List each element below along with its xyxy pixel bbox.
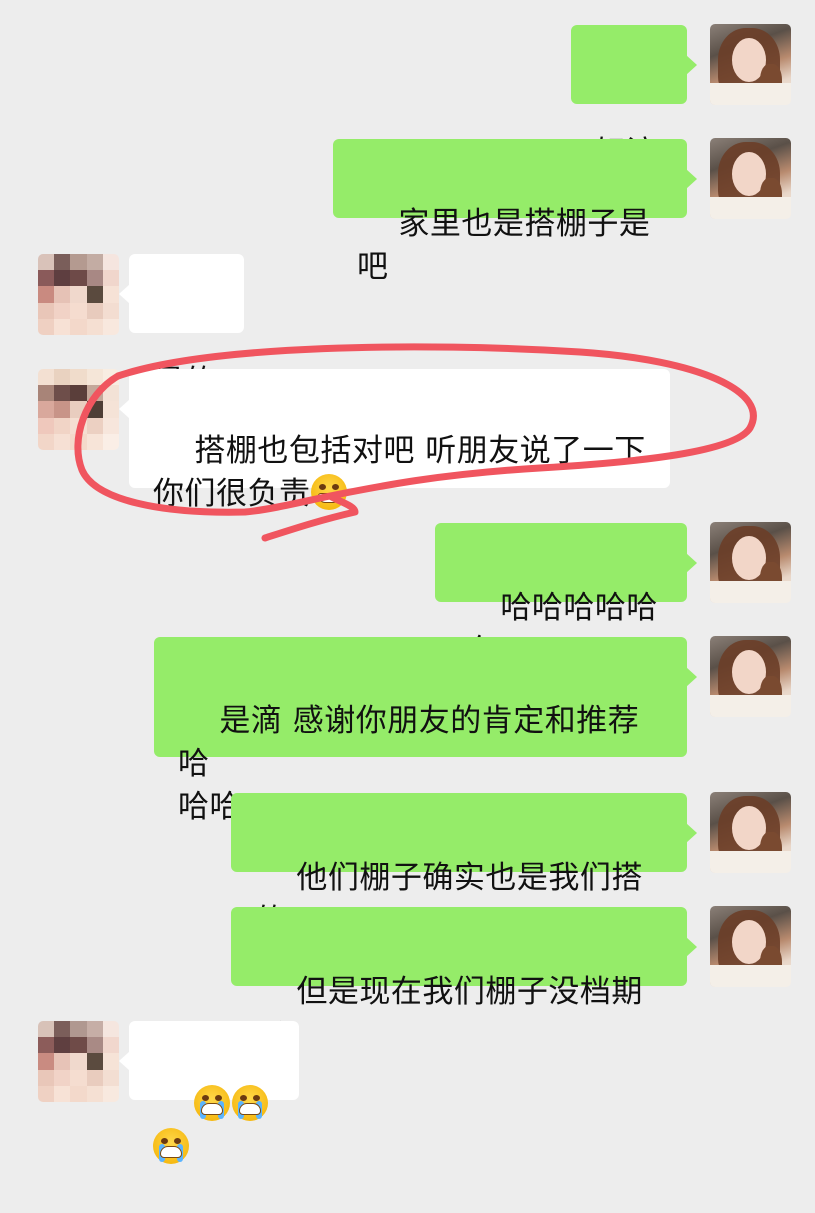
crying-emoji-icon	[194, 1085, 231, 1121]
message-bubble[interactable]: 好滴	[571, 25, 697, 171]
message-bubble[interactable]: 家里也是搭棚子是吧	[333, 139, 697, 285]
message-text: 搭棚也包括对吧 听朋友说了一下 你们很负责	[153, 433, 646, 512]
my-avatar[interactable]	[710, 636, 791, 717]
my-avatar[interactable]	[710, 792, 791, 873]
my-avatar[interactable]	[710, 906, 791, 987]
crying-emoji-icon	[232, 1085, 269, 1121]
my-avatar[interactable]	[710, 24, 791, 105]
message-bubble[interactable]	[119, 1021, 299, 1164]
grinning-teeth-emoji-icon	[310, 474, 347, 510]
crying-emoji-icon	[153, 1128, 189, 1164]
my-avatar[interactable]	[710, 522, 791, 603]
contact-avatar[interactable]	[38, 1021, 119, 1102]
message-bubble[interactable]: 哈哈哈哈哈哈	[435, 523, 697, 669]
message-text: 家里也是搭棚子是吧	[357, 206, 651, 285]
message-bubble[interactable]: 但是现在我们棚子没档期了	[231, 907, 697, 1053]
contact-avatar[interactable]	[38, 254, 119, 335]
message-bubble[interactable]: 是的	[119, 254, 244, 400]
my-avatar[interactable]	[710, 138, 791, 219]
contact-avatar[interactable]	[38, 369, 119, 450]
message-bubble[interactable]: 他们棚子确实也是我们搭的	[231, 793, 697, 939]
message-bubble[interactable]: 搭棚也包括对吧 听朋友说了一下 你们很负责	[119, 369, 670, 512]
message-text: 但是现在我们棚子没档期了	[255, 974, 643, 1053]
message-bubble[interactable]: 是滴 感谢你朋友的肯定和推荐哈 哈哈	[154, 637, 697, 825]
